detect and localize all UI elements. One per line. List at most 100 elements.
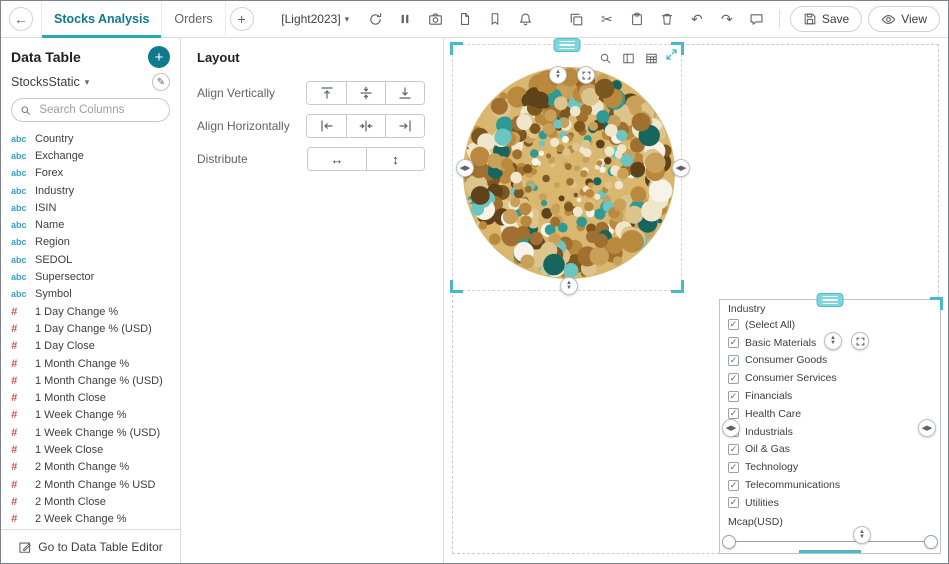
column-item[interactable]: # 1 Day Change %: [11, 303, 180, 320]
checkbox-checked[interactable]: ✓: [728, 390, 739, 402]
align-top-button[interactable]: [307, 82, 346, 104]
column-item[interactable]: # 1 Week Change %: [11, 407, 180, 424]
checkbox-checked[interactable]: ✓: [728, 443, 739, 455]
move-vertical-handle[interactable]: ▲ ▼: [549, 66, 567, 84]
checkbox-checked[interactable]: ✓: [728, 497, 739, 509]
pause-button[interactable]: [393, 7, 417, 31]
add-data-table-button[interactable]: +: [148, 46, 170, 68]
refresh-button[interactable]: [363, 7, 387, 31]
bookmark-button[interactable]: [483, 7, 507, 31]
copy-button[interactable]: [565, 7, 589, 31]
resize-left-handle[interactable]: ◀▶: [722, 419, 740, 437]
resize-left-handle[interactable]: ◀▶: [456, 159, 474, 177]
align-left-button[interactable]: [307, 115, 346, 137]
notifications-button[interactable]: [513, 7, 537, 31]
filter-item[interactable]: ✓ Industrials: [720, 423, 940, 441]
comments-button[interactable]: [745, 7, 769, 31]
column-item[interactable]: abc Exchange: [11, 147, 180, 164]
checkbox-checked[interactable]: ✓: [728, 354, 739, 366]
column-item[interactable]: abc Industry: [11, 182, 180, 199]
align-middle-button[interactable]: [346, 82, 385, 104]
distribute-horizontally-button[interactable]: ↔: [308, 148, 366, 170]
table-view-button[interactable]: [643, 50, 659, 66]
column-item[interactable]: # 1 Week Close: [11, 441, 180, 458]
checkbox-checked[interactable]: ✓: [728, 479, 739, 491]
zoom-search-button[interactable]: [597, 50, 613, 66]
bubble-chart[interactable]: [453, 45, 683, 292]
checkbox-checked[interactable]: ✓: [728, 337, 739, 349]
checkbox-checked[interactable]: ✓: [728, 461, 739, 473]
bottom-resize-bar[interactable]: [799, 550, 861, 553]
save-button[interactable]: Save: [789, 6, 863, 32]
undo-button[interactable]: ↶: [685, 7, 709, 31]
slider-max-thumb[interactable]: [924, 535, 938, 549]
view-button[interactable]: View: [868, 6, 941, 32]
go-to-data-table-editor-button[interactable]: Go to Data Table Editor: [1, 529, 180, 563]
checkbox-checked[interactable]: ✓: [728, 408, 739, 420]
align-center-button[interactable]: [346, 115, 385, 137]
column-item[interactable]: abc ISIN: [11, 199, 180, 216]
column-item[interactable]: abc Country: [11, 130, 180, 147]
paste-button[interactable]: [625, 7, 649, 31]
delete-button[interactable]: [655, 7, 679, 31]
filter-item[interactable]: ✓ Technology: [720, 458, 940, 476]
edit-data-table-button[interactable]: ✎: [152, 73, 170, 91]
column-item[interactable]: # 1 Day Change % (USD): [11, 320, 180, 337]
column-item[interactable]: # 2 Month Close: [11, 493, 180, 510]
filter-item[interactable]: ✓ Telecommunications: [720, 476, 940, 494]
column-item[interactable]: abc Forex: [11, 165, 180, 182]
resize-bottom-handle[interactable]: ▲ ▼: [560, 277, 578, 295]
maximize-widget-button[interactable]: [665, 48, 678, 66]
back-button[interactable]: ←: [9, 7, 33, 31]
filter-item[interactable]: ✓ Consumer Services: [720, 369, 940, 387]
theme-selector[interactable]: [Light2023] ▾: [281, 12, 349, 26]
bubble-visualization-widget[interactable]: ▲ ▼ ◀▶ ◀▶ ▲ ▼: [450, 38, 690, 295]
filter-item[interactable]: ✓ Consumer Goods: [720, 352, 940, 370]
column-item[interactable]: abc SEDOL: [11, 251, 180, 268]
fit-to-frame-handle[interactable]: [851, 332, 869, 350]
column-item[interactable]: # 1 Day Close: [11, 338, 180, 355]
checkbox-checked[interactable]: ✓: [728, 372, 739, 384]
column-item[interactable]: abc Symbol: [11, 286, 180, 303]
filter-item[interactable]: ✓ (Select All): [720, 316, 940, 334]
search-columns-input[interactable]: [37, 103, 161, 117]
add-dashboard-button[interactable]: +: [229, 7, 254, 31]
column-item[interactable]: abc Region: [11, 234, 180, 251]
resize-right-handle[interactable]: ◀▶: [672, 159, 690, 177]
distribute-vertically-button[interactable]: ↕: [366, 148, 424, 170]
cut-button[interactable]: ✂: [595, 7, 619, 31]
slider-min-thumb[interactable]: [722, 535, 736, 549]
panel-toggle-button[interactable]: [620, 50, 636, 66]
snapshot-button[interactable]: [423, 7, 447, 31]
column-item[interactable]: abc Supersector: [11, 268, 180, 285]
filter-item[interactable]: ✓ Utilities: [720, 494, 940, 512]
fit-to-frame-handle[interactable]: [577, 66, 595, 84]
widget-drag-handle[interactable]: [553, 38, 581, 52]
filter-item[interactable]: ✓ Health Care: [720, 405, 940, 423]
column-item[interactable]: # 2 Month Change % USD: [11, 476, 180, 493]
industry-filter-widget[interactable]: Industry ✓ (Select All) ✓ Basic Material…: [719, 293, 943, 554]
align-right-button[interactable]: [385, 115, 424, 137]
tab-stocks-analysis[interactable]: Stocks Analysis: [42, 1, 163, 38]
redo-button[interactable]: ↷: [715, 7, 739, 31]
column-item[interactable]: # 1 Month Change %: [11, 355, 180, 372]
checkbox-checked[interactable]: ✓: [728, 319, 739, 331]
resize-right-handle[interactable]: ◀▶: [918, 419, 936, 437]
column-item[interactable]: abc Name: [11, 216, 180, 233]
move-vertical-handle[interactable]: ▲ ▼: [824, 332, 842, 350]
filter-item[interactable]: ✓ Oil & Gas: [720, 441, 940, 459]
filter-item[interactable]: ✓ Financials: [720, 387, 940, 405]
widget-drag-handle[interactable]: [816, 293, 844, 307]
export-pdf-button[interactable]: [453, 7, 477, 31]
column-item[interactable]: # 1 Month Change % (USD): [11, 372, 180, 389]
column-item[interactable]: # 2 Month Change %: [11, 459, 180, 476]
tab-orders[interactable]: Orders: [162, 1, 226, 38]
mcap-slider-track[interactable]: [728, 541, 932, 542]
resize-bottom-handle[interactable]: ▲ ▼: [853, 526, 871, 544]
column-item[interactable]: # 1 Week Change % (USD): [11, 424, 180, 441]
column-item[interactable]: # 1 Month Close: [11, 389, 180, 406]
align-bottom-button[interactable]: [385, 82, 424, 104]
data-table-selector[interactable]: StocksStatic ▾ ✎: [1, 70, 180, 96]
dashboard-canvas[interactable]: ▲ ▼ ◀▶ ◀▶ ▲ ▼ Industry ✓ (Select All) ✓ …: [444, 38, 948, 563]
column-item[interactable]: # 2 Week Change %: [11, 511, 180, 528]
